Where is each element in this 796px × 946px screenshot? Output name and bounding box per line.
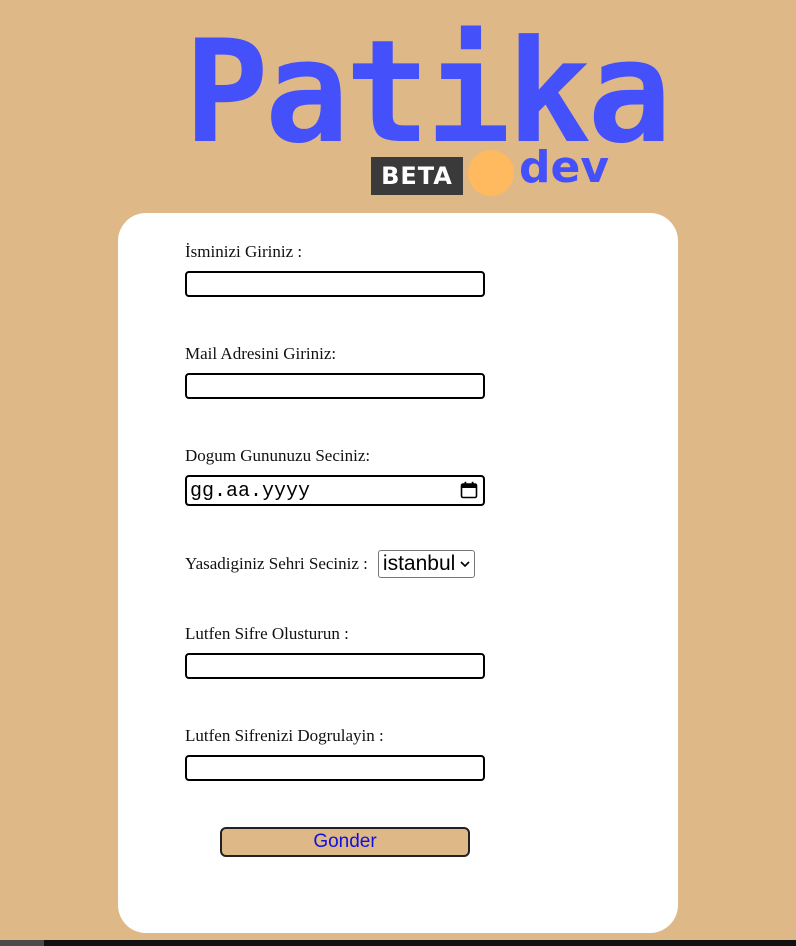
logo-dev-suffix: dev [519,142,610,193]
bottom-edge-segment [0,940,44,946]
password-label: Lutfen Sifre Olusturun : [185,624,349,643]
logo-dot-icon [468,150,514,196]
birthday-date-input[interactable]: gg.aa.yyyy [185,475,485,506]
city-selected-value: istanbul [382,552,456,575]
city-label: Yasadiginiz Sehri Seciniz : [185,554,368,573]
birthday-label: Dogum Gununuzu Seciniz: [185,446,371,465]
form-card: İsminizi Giriniz : Mail Adresini Giriniz… [118,213,678,933]
email-input[interactable] [185,373,485,399]
submit-button[interactable]: Gonder [220,827,470,857]
name-label: İsminizi Giriniz : [185,242,303,261]
bottom-edge-bar [0,940,796,946]
calendar-icon[interactable] [460,481,478,499]
chevron-down-icon [460,561,470,568]
password-input[interactable] [185,653,485,679]
password-confirm-label: Lutfen Sifrenizi Dogrulayin : [185,726,384,745]
city-row: Yasadiginiz Sehri Seciniz : istanbul [185,550,475,578]
birthday-placeholder: gg.aa.yyyy [190,480,311,503]
name-input[interactable] [185,271,485,297]
city-select[interactable]: istanbul [377,550,475,578]
patika-logo: Patika BETA dev [180,22,672,202]
beta-badge: BETA [371,157,463,195]
email-label: Mail Adresini Giriniz: [185,344,337,363]
password-confirm-input[interactable] [185,755,485,781]
